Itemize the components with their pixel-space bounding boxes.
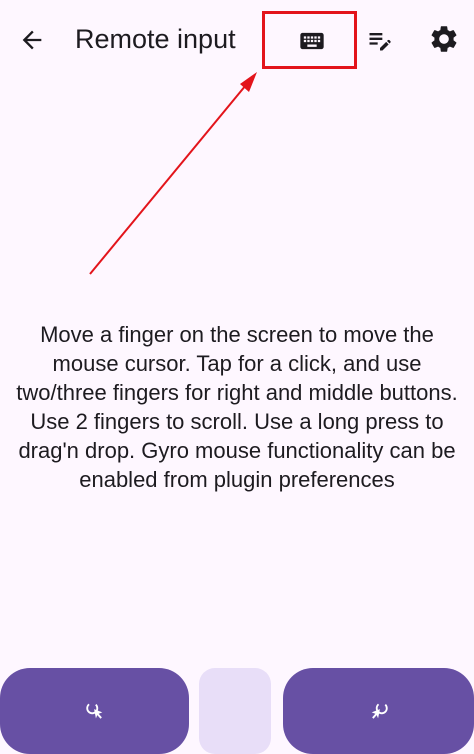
middle-click-button[interactable] [199,668,271,754]
left-click-button[interactable] [0,668,189,754]
touchpad-help-text: Move a finger on the screen to move the … [16,322,458,492]
right-click-button[interactable] [283,668,474,754]
arrow-back-icon [22,30,42,50]
commands-button[interactable] [358,18,402,62]
top-app-bar: Remote input [0,0,474,78]
keyboard-button[interactable] [264,12,360,70]
edit-note-icon [369,33,391,51]
page-title: Remote input [75,24,236,54]
left-click-icon [85,702,102,719]
keyboard-icon [300,32,324,50]
settings-button[interactable] [421,16,467,62]
right-click-icon [371,702,388,719]
back-button[interactable] [10,18,54,62]
mouse-buttons-bar [0,668,474,754]
gear-icon [431,26,457,52]
